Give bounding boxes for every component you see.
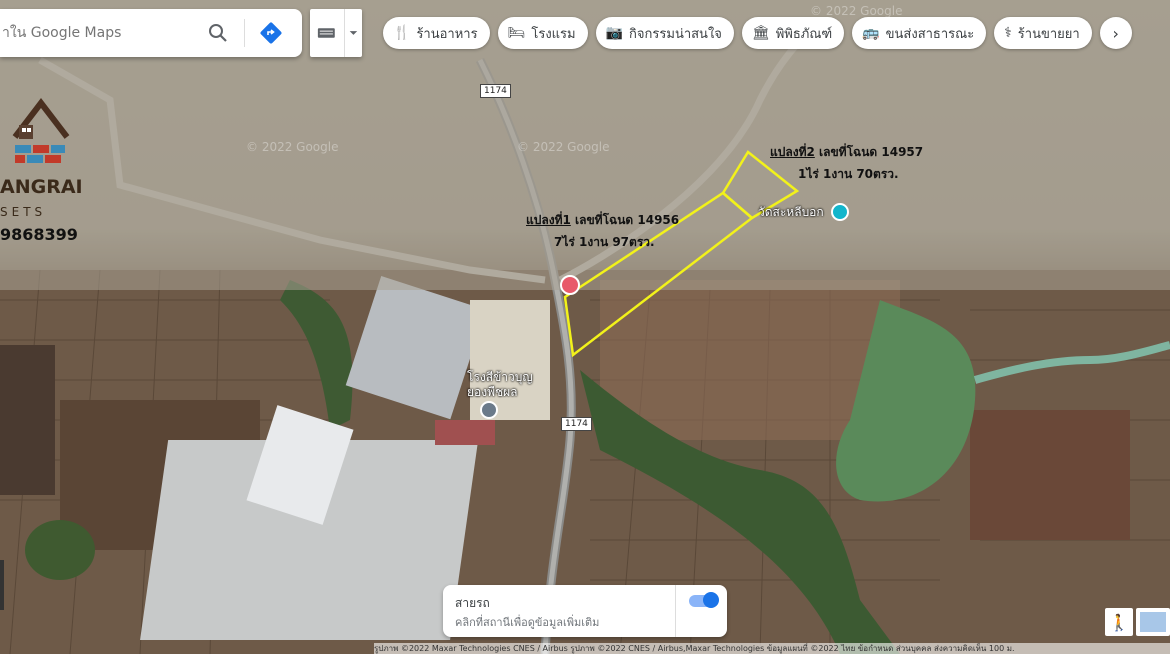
plot1-title: แปลงที่1 xyxy=(526,213,571,227)
chip-museums[interactable]: 🏛 พิพิธภัณฑ์ xyxy=(741,17,845,49)
house-logo-icon xyxy=(12,98,70,163)
bus-icon: 🚌 xyxy=(862,25,880,41)
chip-transit[interactable]: 🚌 ขนส่งสาธารณะ xyxy=(852,17,987,49)
street-view-pegman-button[interactable]: 🚶 xyxy=(1105,608,1133,636)
search-icon xyxy=(209,24,227,42)
divider xyxy=(675,585,676,637)
chip-label: โรงแรม xyxy=(531,26,576,42)
pegman-icon: 🚶 xyxy=(1109,612,1129,632)
chip-hotels[interactable]: 🛏 โรงแรม xyxy=(497,17,588,49)
map-thumbnail xyxy=(1140,612,1166,632)
plot1-label: แปลงที่1 เลขที่โฉนด 14956 7ไร่ 1งาน 97ตร… xyxy=(526,209,679,253)
chip-restaurants[interactable]: 🍴 ร้านอาหาร xyxy=(383,17,490,49)
transit-layer-card: สายรถ คลิกที่สถานีเพื่อดูข้อมูลเพิ่มเติม xyxy=(443,585,727,637)
fork-knife-icon: 🍴 xyxy=(393,25,411,41)
chip-label: พิพิธภัณฑ์ xyxy=(775,26,833,42)
search-box xyxy=(0,9,302,57)
map-watermark: © 2022 Google xyxy=(517,140,610,154)
plot2-label: แปลงที่2 เลขที่โฉนด 14957 1ไร่ 1งาน 70ตร… xyxy=(770,141,923,185)
chip-label: ร้านอาหาร xyxy=(416,26,478,42)
poi-temple-label[interactable]: วัดสะหลีบอก xyxy=(758,205,824,220)
road-shield: 1174 xyxy=(561,417,592,431)
plot2-area: 1ไร่ 1งาน 70ตรว. xyxy=(798,167,899,181)
search-button[interactable] xyxy=(200,15,236,51)
museum-icon: 🏛 xyxy=(751,25,770,41)
transit-toggle[interactable] xyxy=(689,592,719,608)
left-edge-handle xyxy=(0,560,4,610)
road-shield: 1174 xyxy=(480,84,511,98)
map-footer: รูปภาพ ©2022 Maxar Technologies CNES / A… xyxy=(374,643,1170,654)
chip-label: ขนส่งสาธารณะ xyxy=(885,26,975,42)
plot1-deed: เลขที่โฉนด 14956 xyxy=(575,213,680,227)
camera-icon: 📷 xyxy=(605,25,624,41)
transit-card-title: สายรถ xyxy=(455,596,490,610)
poi-ricemill-line2: ยองพืชผล xyxy=(467,385,518,399)
logo-phone: 9868399 xyxy=(0,225,78,244)
plot1-area: 7ไร่ 1งาน 97ตรว. xyxy=(554,235,655,249)
keyboard-icon xyxy=(317,28,335,38)
layers-thumbnail-button[interactable] xyxy=(1136,608,1170,636)
logo-name: ANGRAI xyxy=(0,176,83,198)
chip-things-to-do[interactable]: 📷 กิจกรรมน่าสนใจ xyxy=(595,17,734,49)
poi-ricemill-label[interactable]: โรงสีข้าวบุญ ยองพืชผล xyxy=(467,370,533,400)
chips-scroll-right-button[interactable]: › xyxy=(1099,17,1132,49)
chip-label: ร้านขายยา xyxy=(1017,26,1080,42)
poi-ricemill-line1: โรงสีข้าวบุญ xyxy=(467,370,533,384)
map-watermark: © 2022 Google xyxy=(810,4,903,18)
map-imagery xyxy=(0,0,1170,654)
chip-label: กิจกรรมน่าสนใจ xyxy=(629,26,722,42)
input-tools-button[interactable] xyxy=(310,9,362,57)
plot2-title: แปลงที่2 xyxy=(770,145,815,159)
category-chips: 🍴 ร้านอาหาร 🛏 โรงแรม 📷 กิจกรรมน่าสนใจ 🏛 … xyxy=(383,17,1132,49)
search-input[interactable] xyxy=(0,24,194,42)
directions-icon xyxy=(260,22,282,44)
chevron-right-icon: › xyxy=(1112,23,1119,43)
satellite-map[interactable] xyxy=(0,0,1170,654)
pharmacy-icon: ⚕ xyxy=(1004,25,1012,41)
map-watermark: © 2022 Google xyxy=(246,140,339,154)
toggle-knob xyxy=(703,592,719,608)
transit-card-subtitle: คลิกที่สถานีเพื่อดูข้อมูลเพิ่มเติม xyxy=(455,616,600,629)
directions-button[interactable] xyxy=(253,15,289,51)
bed-icon: 🛏 xyxy=(507,25,526,41)
search-divider xyxy=(244,19,245,47)
logo-subtitle: SETS xyxy=(0,205,47,219)
plot2-deed: เลขที่โฉนด 14957 xyxy=(819,145,924,159)
chevron-down-icon xyxy=(349,31,358,35)
chip-pharmacies[interactable]: ⚕ ร้านขายยา xyxy=(994,17,1092,49)
